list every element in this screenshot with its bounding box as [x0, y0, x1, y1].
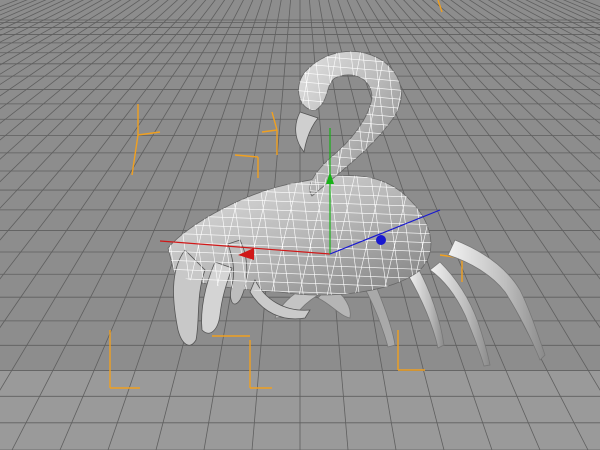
z-axis-arrow-icon[interactable] [376, 235, 386, 245]
viewport-canvas[interactable] [0, 0, 600, 450]
3d-viewport[interactable] [0, 0, 600, 450]
